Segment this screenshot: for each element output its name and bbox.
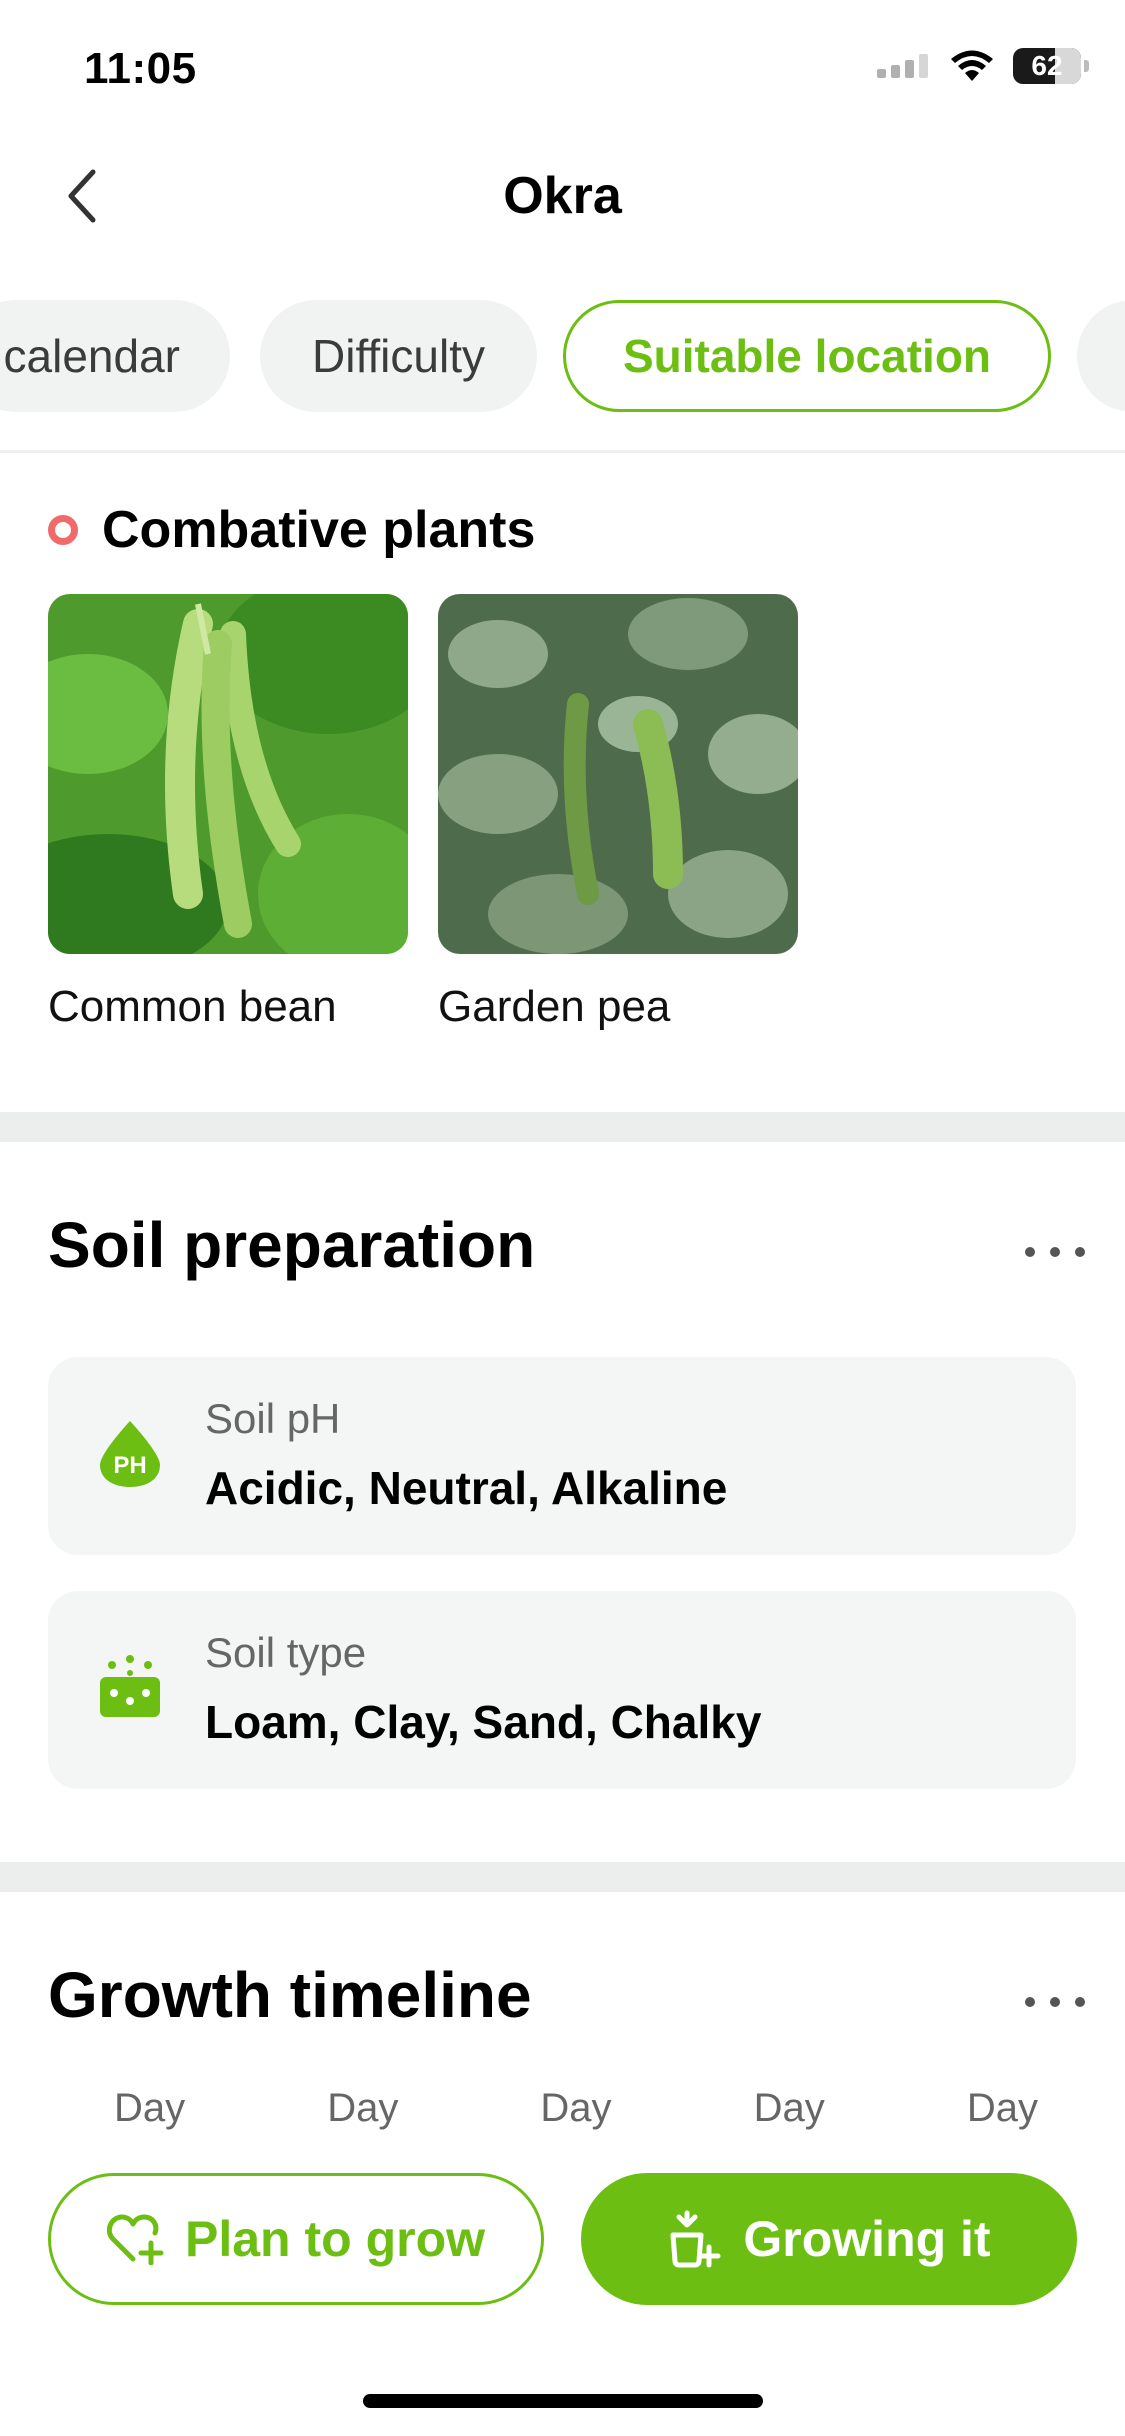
heart-plus-icon	[107, 2214, 164, 2265]
timeline-day-label: Day	[114, 2086, 186, 2130]
growing-it-label: Growing it	[743, 2211, 991, 2267]
soil-ph-label: Soil pH	[205, 1395, 341, 1442]
page-title: Okra	[503, 167, 622, 225]
more-dots-icon	[1025, 1997, 1035, 2007]
more-dots-icon	[1025, 1247, 1035, 1257]
bullet-dot-icon	[48, 515, 78, 545]
tab-calendar[interactable]: calendar	[0, 300, 230, 412]
section-separator	[0, 1112, 1125, 1142]
garden-pea-image	[438, 594, 798, 954]
timeline-more-button[interactable]	[1025, 1982, 1085, 2022]
tab-difficulty[interactable]: Difficulty	[260, 300, 537, 412]
home-indicator	[363, 2394, 763, 2408]
timeline-day-label: Day	[540, 2086, 612, 2130]
status-bar: 11:05 62	[0, 0, 1125, 140]
combative-plants-heading: Combative plants	[48, 500, 535, 560]
plant-plus-icon	[670, 2210, 721, 2268]
status-icons: 62	[877, 48, 1089, 84]
svg-text:PH: PH	[113, 1452, 146, 1479]
soil-ph-card: PH Soil pH Acidic, Neutral, Alkaline	[48, 1357, 1076, 1555]
soil-preparation-title: Soil preparation	[48, 1209, 536, 1281]
timeline-days: Day Day Day Day Day	[48, 2086, 1076, 2131]
plant-card-common-bean[interactable]: Common bean	[48, 594, 408, 1032]
combative-plants-title: Combative plants	[102, 501, 536, 559]
tab-next-hidden[interactable]	[1077, 300, 1125, 412]
plant-name: Common bean	[48, 982, 337, 1031]
soil-type-label: Soil type	[205, 1629, 367, 1676]
nav-bar: Okra	[0, 140, 1125, 250]
common-bean-image	[48, 594, 408, 954]
wifi-icon	[951, 50, 993, 81]
plant-name: Garden pea	[438, 982, 671, 1031]
battery-level: 62	[1031, 50, 1063, 81]
tab-bar: calendar Difficulty Suitable location	[0, 300, 1125, 415]
plan-to-grow-button[interactable]: Plan to grow	[48, 2173, 544, 2305]
section-separator	[0, 1862, 1125, 1892]
plant-card-garden-pea[interactable]: Garden pea	[438, 594, 798, 1032]
soil-type-value: Loam, Clay, Sand, Chalky	[205, 1696, 762, 1748]
growth-timeline-title: Growth timeline	[48, 1959, 532, 2031]
ph-drop-icon: PH	[100, 1421, 160, 1487]
status-time: 11:05	[84, 44, 197, 93]
plan-to-grow-label: Plan to grow	[185, 2211, 485, 2267]
soil-icon	[100, 1655, 160, 1717]
tab-suitable-location[interactable]: Suitable location	[563, 300, 1051, 412]
battery-icon: 62	[1013, 48, 1089, 84]
timeline-day-label: Day	[753, 2086, 825, 2130]
growing-it-button[interactable]: Growing it	[581, 2173, 1077, 2305]
divider	[0, 450, 1125, 453]
timeline-day-label: Day	[966, 2086, 1038, 2130]
cellular-signal-icon	[877, 54, 928, 78]
soil-type-card: Soil type Loam, Clay, Sand, Chalky	[48, 1591, 1076, 1789]
timeline-day-label: Day	[327, 2086, 399, 2130]
soil-more-button[interactable]	[1025, 1232, 1085, 1272]
soil-ph-value: Acidic, Neutral, Alkaline	[205, 1462, 728, 1514]
